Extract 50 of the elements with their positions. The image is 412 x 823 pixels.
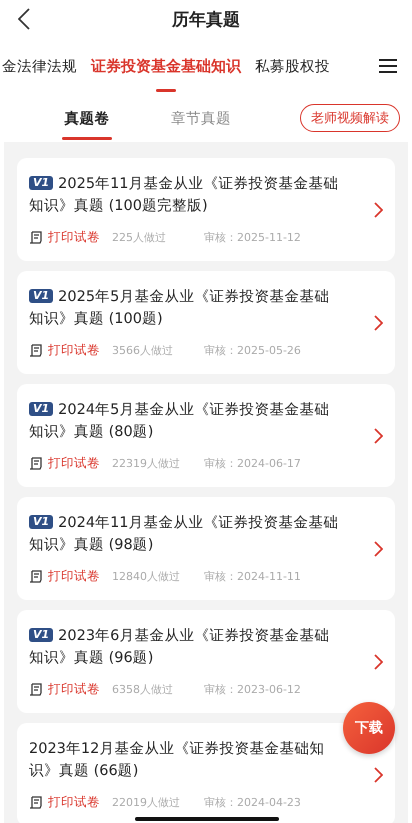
paper-card[interactable]: V1 2025年5月基金从业《证券投资基金基础知识》真题 (100题) 打印试卷 3566人做过 审核：2025-05-26: [17, 271, 395, 374]
attempt-count: 3566人做过: [112, 343, 174, 358]
category-tab[interactable]: 私募股权投: [255, 38, 330, 94]
review-date: 审核：2025-05-26: [204, 343, 301, 358]
chevron-right-icon[interactable]: [373, 314, 383, 330]
teacher-video-button[interactable]: 老师视频解读: [300, 104, 400, 132]
paper-title: V1 2025年5月基金从业《证券投资基金基础知识》真题 (100题): [29, 288, 330, 329]
paper-card[interactable]: V1 2023年6月基金从业《证券投资基金基础知识》真题 (96题) 打印试卷 6358人做过 审核：2023-06-12: [17, 610, 395, 713]
paper-card[interactable]: V1 2025年11月基金从业《证券投资基金基础知识》真题 (100题完整版) 打印试卷 225人做过 审核：2025-11-12: [17, 158, 395, 261]
document-icon: [29, 796, 43, 810]
review-date: 审核：2025-11-12: [204, 230, 301, 245]
paper-title: V1 2024年11月基金从业《证券投资基金基础知识》真题 (98题): [29, 514, 340, 555]
document-icon: [29, 682, 43, 696]
paper-card[interactable]: V1 2024年5月基金从业《证券投资基金基础知识》真题 (80题) 打印试卷 22319人做过 审核：2024-06-17: [17, 384, 395, 487]
review-date: 审核：2024-06-17: [204, 456, 301, 471]
paper-title: V1 2025年11月基金从业《证券投资基金基础知识》真题 (100题完整版): [29, 175, 340, 216]
category-tab[interactable]: 金法律法规: [2, 38, 77, 94]
attempt-count: 22019人做过: [112, 795, 181, 810]
document-icon: [29, 344, 43, 358]
back-icon[interactable]: [18, 8, 30, 30]
chevron-right-icon[interactable]: [373, 428, 383, 444]
review-date: 审核：2023-06-12: [204, 682, 301, 697]
category-tab[interactable]: 证券投资基金基础知识: [91, 38, 241, 94]
chevron-right-icon[interactable]: [373, 766, 383, 782]
attempt-count: 22319人做过: [112, 456, 181, 471]
paper-title: 2023年12月基金从业《证券投资基金基础知识》真题 (66题): [29, 740, 326, 781]
chevron-right-icon[interactable]: [373, 654, 383, 670]
review-date: 审核：2024-11-11: [204, 569, 301, 584]
print-button[interactable]: 打印试卷: [29, 455, 100, 472]
document-icon: [29, 456, 43, 470]
chevron-right-icon[interactable]: [373, 540, 383, 556]
paper-card[interactable]: V1 2024年11月基金从业《证券投资基金基础知识》真题 (98题) 打印试卷 12840人做过 审核：2024-11-11: [17, 497, 395, 600]
print-button[interactable]: 打印试卷: [29, 794, 100, 811]
review-date: 审核：2024-04-23: [204, 795, 301, 810]
chevron-right-icon[interactable]: [373, 202, 383, 218]
print-button[interactable]: 打印试卷: [29, 342, 100, 359]
document-icon: [29, 570, 43, 584]
attempt-count: 6358人做过: [112, 682, 174, 697]
menu-icon[interactable]: [379, 59, 397, 73]
paper-title: V1 2024年5月基金从业《证券投资基金基础知识》真题 (80题): [29, 401, 330, 442]
print-button[interactable]: 打印试卷: [29, 568, 100, 585]
print-button[interactable]: 打印试卷: [29, 681, 100, 698]
print-button[interactable]: 打印试卷: [29, 229, 100, 246]
attempt-count: 12840人做过: [112, 569, 181, 584]
page-title: 历年真题: [172, 8, 240, 30]
document-icon: [29, 230, 43, 244]
sub-tab[interactable]: 真题卷: [48, 94, 126, 142]
sub-tab[interactable]: 章节真题: [162, 94, 240, 142]
attempt-count: 225人做过: [112, 230, 167, 245]
paper-title: V1 2023年6月基金从业《证券投资基金基础知识》真题 (96题): [29, 627, 330, 668]
